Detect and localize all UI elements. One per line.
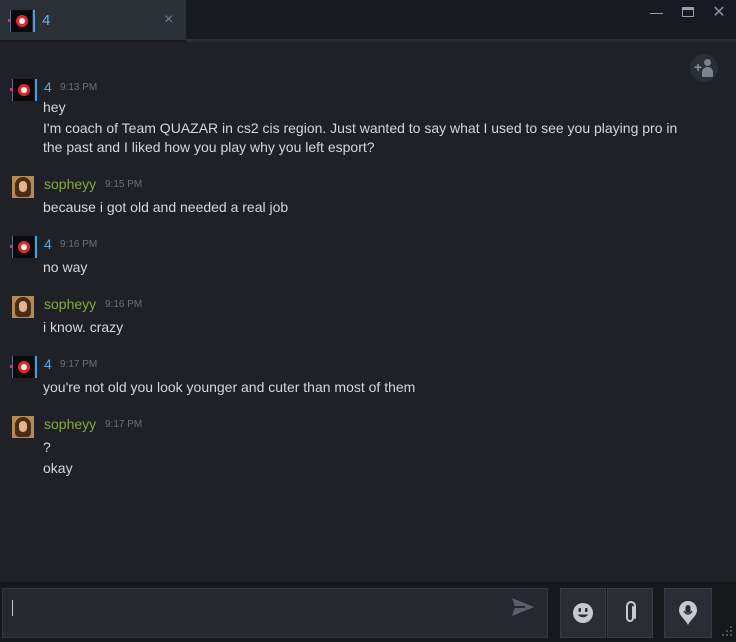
sender-name[interactable]: sopheyy — [44, 176, 96, 192]
add-friend-icon: + — [694, 59, 703, 75]
avatar[interactable] — [10, 79, 37, 101]
sender-name[interactable]: sopheyy — [44, 296, 96, 312]
attach-button[interactable] — [607, 588, 653, 638]
maximize-icon — [682, 7, 694, 17]
minimize-button[interactable] — [644, 4, 668, 22]
send-button[interactable] — [505, 591, 541, 623]
avatar[interactable] — [12, 416, 34, 438]
message-input[interactable] — [2, 588, 548, 638]
tab-title: 4 — [42, 12, 51, 29]
composer-bar — [0, 582, 736, 642]
message-text: you're not old you look younger and cute… — [43, 379, 416, 395]
timestamp: 9:15 PM — [105, 179, 143, 190]
close-button[interactable]: ✕ — [707, 4, 731, 22]
resize-grip-icon[interactable] — [720, 624, 734, 638]
message-text: I'm coach of Team QUAZAR in cs2 cis regi… — [43, 120, 678, 136]
tab-close-icon[interactable]: × — [164, 10, 173, 30]
sender-name[interactable]: 4 — [44, 356, 52, 372]
message-text: okay — [43, 460, 73, 476]
emoji-icon — [573, 603, 593, 623]
chat-tab[interactable]: 4 × — [0, 0, 186, 40]
avatar[interactable] — [12, 296, 34, 318]
sender-name[interactable]: 4 — [44, 236, 52, 252]
tab-avatar — [8, 10, 35, 32]
sender-name[interactable]: 4 — [44, 79, 52, 95]
message-text: ? — [43, 439, 51, 455]
message-text: i know. crazy — [43, 319, 124, 335]
avatar[interactable] — [10, 236, 37, 258]
invite-button[interactable]: + — [690, 54, 718, 82]
voice-button[interactable] — [664, 588, 712, 638]
avatar[interactable] — [10, 356, 37, 378]
chat-log[interactable]: + 4 9:13 PM hey I'm coach of Team QUAZAR… — [0, 42, 736, 582]
timestamp: 9:16 PM — [60, 239, 98, 250]
timestamp: 9:17 PM — [105, 419, 143, 430]
message-text: because i got old and needed a real job — [43, 199, 289, 215]
timestamp: 9:17 PM — [60, 359, 98, 370]
microphone-icon — [679, 601, 697, 625]
emoji-button[interactable] — [560, 588, 606, 638]
message-text: the past and I liked how you play why yo… — [43, 139, 375, 155]
minimize-icon — [649, 13, 663, 14]
paperclip-icon — [626, 601, 636, 622]
avatar[interactable] — [12, 176, 34, 198]
timestamp: 9:13 PM — [60, 82, 98, 93]
message-text: hey — [43, 99, 66, 115]
maximize-button[interactable] — [676, 4, 700, 22]
message-text: no way — [43, 259, 88, 275]
sender-name[interactable]: sopheyy — [44, 416, 96, 432]
title-bar: 4 × ✕ — [0, 0, 736, 42]
send-arrow-icon — [512, 598, 534, 616]
text-caret — [12, 600, 13, 616]
timestamp: 9:16 PM — [105, 299, 143, 310]
chat-window: 4 × ✕ + 4 9:13 PM hey I'm coach of Team … — [0, 0, 736, 642]
